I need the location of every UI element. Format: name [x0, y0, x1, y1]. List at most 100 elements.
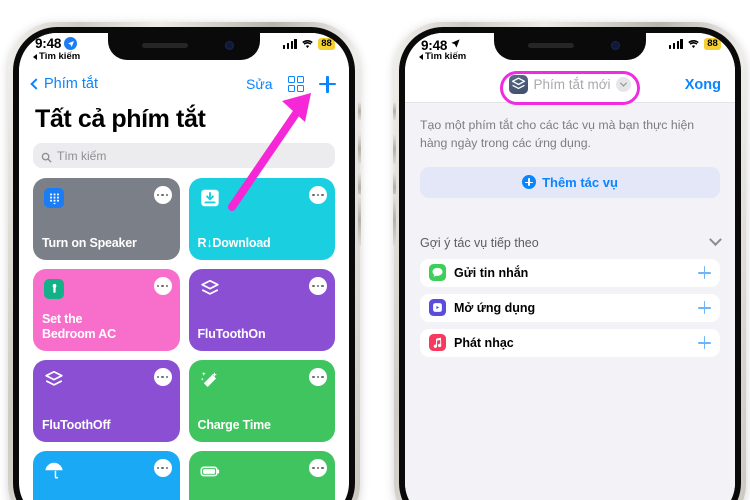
search-input[interactable]: Tìm kiếm — [33, 143, 335, 168]
shortcut-card[interactable]: Set the Bedroom AC — [33, 269, 180, 351]
volume-up-button[interactable] — [393, 134, 396, 164]
battery-percent-badge: 88 — [318, 38, 335, 50]
add-action-button[interactable]: Thêm tác vụ — [420, 166, 720, 198]
chevron-left-icon — [30, 78, 42, 90]
cellular-bars-icon — [282, 39, 297, 49]
plus-circle-icon — [522, 175, 537, 190]
front-camera — [611, 41, 620, 50]
plus-icon[interactable] — [698, 301, 711, 315]
download-tray-icon — [198, 186, 222, 210]
back-triangle-icon — [33, 53, 37, 60]
ellipsis-menu-icon[interactable] — [309, 277, 327, 295]
screenshot-stage: 9:48 88 Tìm kiếm Phím tắt Sửa Tất cả phí… — [0, 0, 750, 500]
cellular-bars-icon — [668, 39, 683, 49]
shortcut-card[interactable]: FluToothOff — [33, 360, 180, 442]
back-triangle-icon — [419, 53, 423, 60]
suggestions-header-label: Gợi ý tác vụ tiếp theo — [420, 235, 539, 250]
battery-percent-badge: 88 — [704, 38, 721, 50]
power-button[interactable] — [358, 194, 361, 246]
suggestion-row[interactable]: Mở ứng dụng — [420, 293, 720, 322]
layers-stack-icon — [42, 368, 66, 392]
status-bar-right: 88 — [668, 38, 721, 50]
music-app-icon — [429, 334, 446, 352]
ellipsis-menu-icon[interactable] — [309, 186, 327, 204]
shortcut-card[interactable] — [188, 451, 335, 500]
phone-bezel: 9:48 88 Tìm kiếm — [13, 27, 355, 500]
pink-highlight-shortcut-name-field — [500, 71, 640, 105]
power-button[interactable] — [393, 194, 396, 246]
chevron-down-icon[interactable] — [709, 233, 722, 247]
ellipsis-menu-icon[interactable] — [153, 277, 172, 295]
shortcut-card-label: Charge Time — [197, 418, 271, 433]
back-button-shortcuts[interactable]: Phím tắt — [30, 76, 98, 92]
status-bar-left: 9:48 — [35, 36, 78, 51]
suggestion-label: Gửi tin nhắn — [454, 265, 529, 280]
suggestion-label: Mở ứng dụng — [454, 300, 536, 315]
shortcut-card-label: FluToothOn — [197, 327, 266, 342]
back-to-search-link[interactable]: Tìm kiếm — [419, 51, 466, 62]
status-bar: 9:48 88 Tìm kiếm — [19, 33, 349, 67]
plus-icon[interactable] — [698, 266, 711, 280]
battery-icon — [198, 459, 222, 483]
messages-app-icon — [429, 264, 446, 282]
shortcut-card[interactable]: Turn on Speaker — [33, 178, 180, 260]
volume-up-button[interactable] — [358, 134, 361, 164]
back-to-search-label: Tìm kiếm — [425, 51, 467, 62]
suggestion-row[interactable]: Phát nhạc — [420, 328, 720, 357]
description-text: Tạo một phím tắt cho các tác vụ mà bạn t… — [420, 118, 695, 151]
front-camera — [225, 41, 234, 50]
location-arrow-badge-icon — [64, 37, 78, 50]
suggestions-header[interactable]: Gợi ý tác vụ tiếp theo — [420, 233, 722, 250]
phone-left-all-shortcuts: 9:48 88 Tìm kiếm Phím tắt Sửa Tất cả phí… — [8, 22, 361, 500]
clock: 9:48 — [35, 36, 62, 51]
add-action-label: Thêm tác vụ — [542, 174, 618, 190]
earpiece-speaker — [142, 43, 188, 48]
back-button-label: Phím tắt — [44, 76, 98, 92]
back-to-search-label: Tìm kiếm — [39, 51, 81, 62]
ellipsis-menu-icon[interactable] — [309, 459, 327, 477]
search-icon — [41, 150, 52, 163]
suggestions-list: Gửi tin nhắn Mở ứng dụng Phát nhạc — [420, 258, 720, 357]
navigation-actions: Sửa — [246, 75, 336, 93]
suggestion-row[interactable]: Gửi tin nhắn — [420, 258, 720, 287]
notch — [494, 33, 646, 60]
plus-icon[interactable] — [319, 75, 336, 93]
shortcut-card-label: FluToothOff — [42, 418, 111, 433]
page-title: Tất cả phím tắt — [35, 105, 206, 133]
shortcut-card-label: R↓Download — [197, 236, 271, 251]
status-bar: 9:48 88 Tìm kiếm — [405, 33, 735, 67]
open-app-icon — [429, 299, 446, 317]
back-to-search-link[interactable]: Tìm kiếm — [33, 51, 80, 62]
shortcut-card-label: Turn on Speaker — [42, 236, 137, 251]
shortcuts-grid: Turn on Speaker R↓Download Set the Bedroom… — [19, 178, 349, 500]
shortcut-card[interactable] — [33, 451, 180, 500]
shortcut-card[interactable]: Charge Time — [188, 360, 335, 442]
done-button[interactable]: Xong — [685, 77, 721, 93]
speaker-numpad-icon — [42, 186, 66, 210]
navigation-bar: Phím tắt Sửa — [19, 67, 349, 101]
ellipsis-menu-icon[interactable] — [153, 368, 172, 386]
layers-stack-icon — [198, 277, 222, 301]
grid-view-icon[interactable] — [287, 75, 304, 93]
search-placeholder: Tìm kiếm — [57, 148, 107, 163]
shortcut-card[interactable]: R↓Download — [188, 178, 335, 260]
magic-wand-sparkles-icon — [198, 368, 222, 392]
ellipsis-menu-icon[interactable] — [153, 459, 172, 477]
ellipsis-menu-icon[interactable] — [309, 368, 327, 386]
earpiece-speaker — [528, 43, 574, 48]
new-shortcut-body: Tạo một phím tắt cho các tác vụ mà bạn t… — [405, 103, 735, 500]
plus-icon[interactable] — [698, 336, 711, 350]
notch — [108, 33, 260, 60]
shortcut-card[interactable]: FluToothOn — [188, 269, 335, 351]
home-thermostat-icon — [42, 277, 66, 301]
wifi-icon — [687, 39, 700, 49]
mute-switch[interactable] — [393, 102, 396, 120]
status-bar-right: 88 — [282, 38, 335, 50]
suggestion-label: Phát nhạc — [454, 335, 514, 350]
shortcut-card-label: Set the Bedroom AC — [42, 311, 116, 342]
phone-screen: 9:48 88 Tìm kiếm — [19, 33, 349, 500]
umbrella-icon — [42, 459, 66, 483]
edit-button[interactable]: Sửa — [246, 76, 273, 92]
mute-switch[interactable] — [358, 102, 361, 120]
ellipsis-menu-icon[interactable] — [153, 186, 172, 204]
